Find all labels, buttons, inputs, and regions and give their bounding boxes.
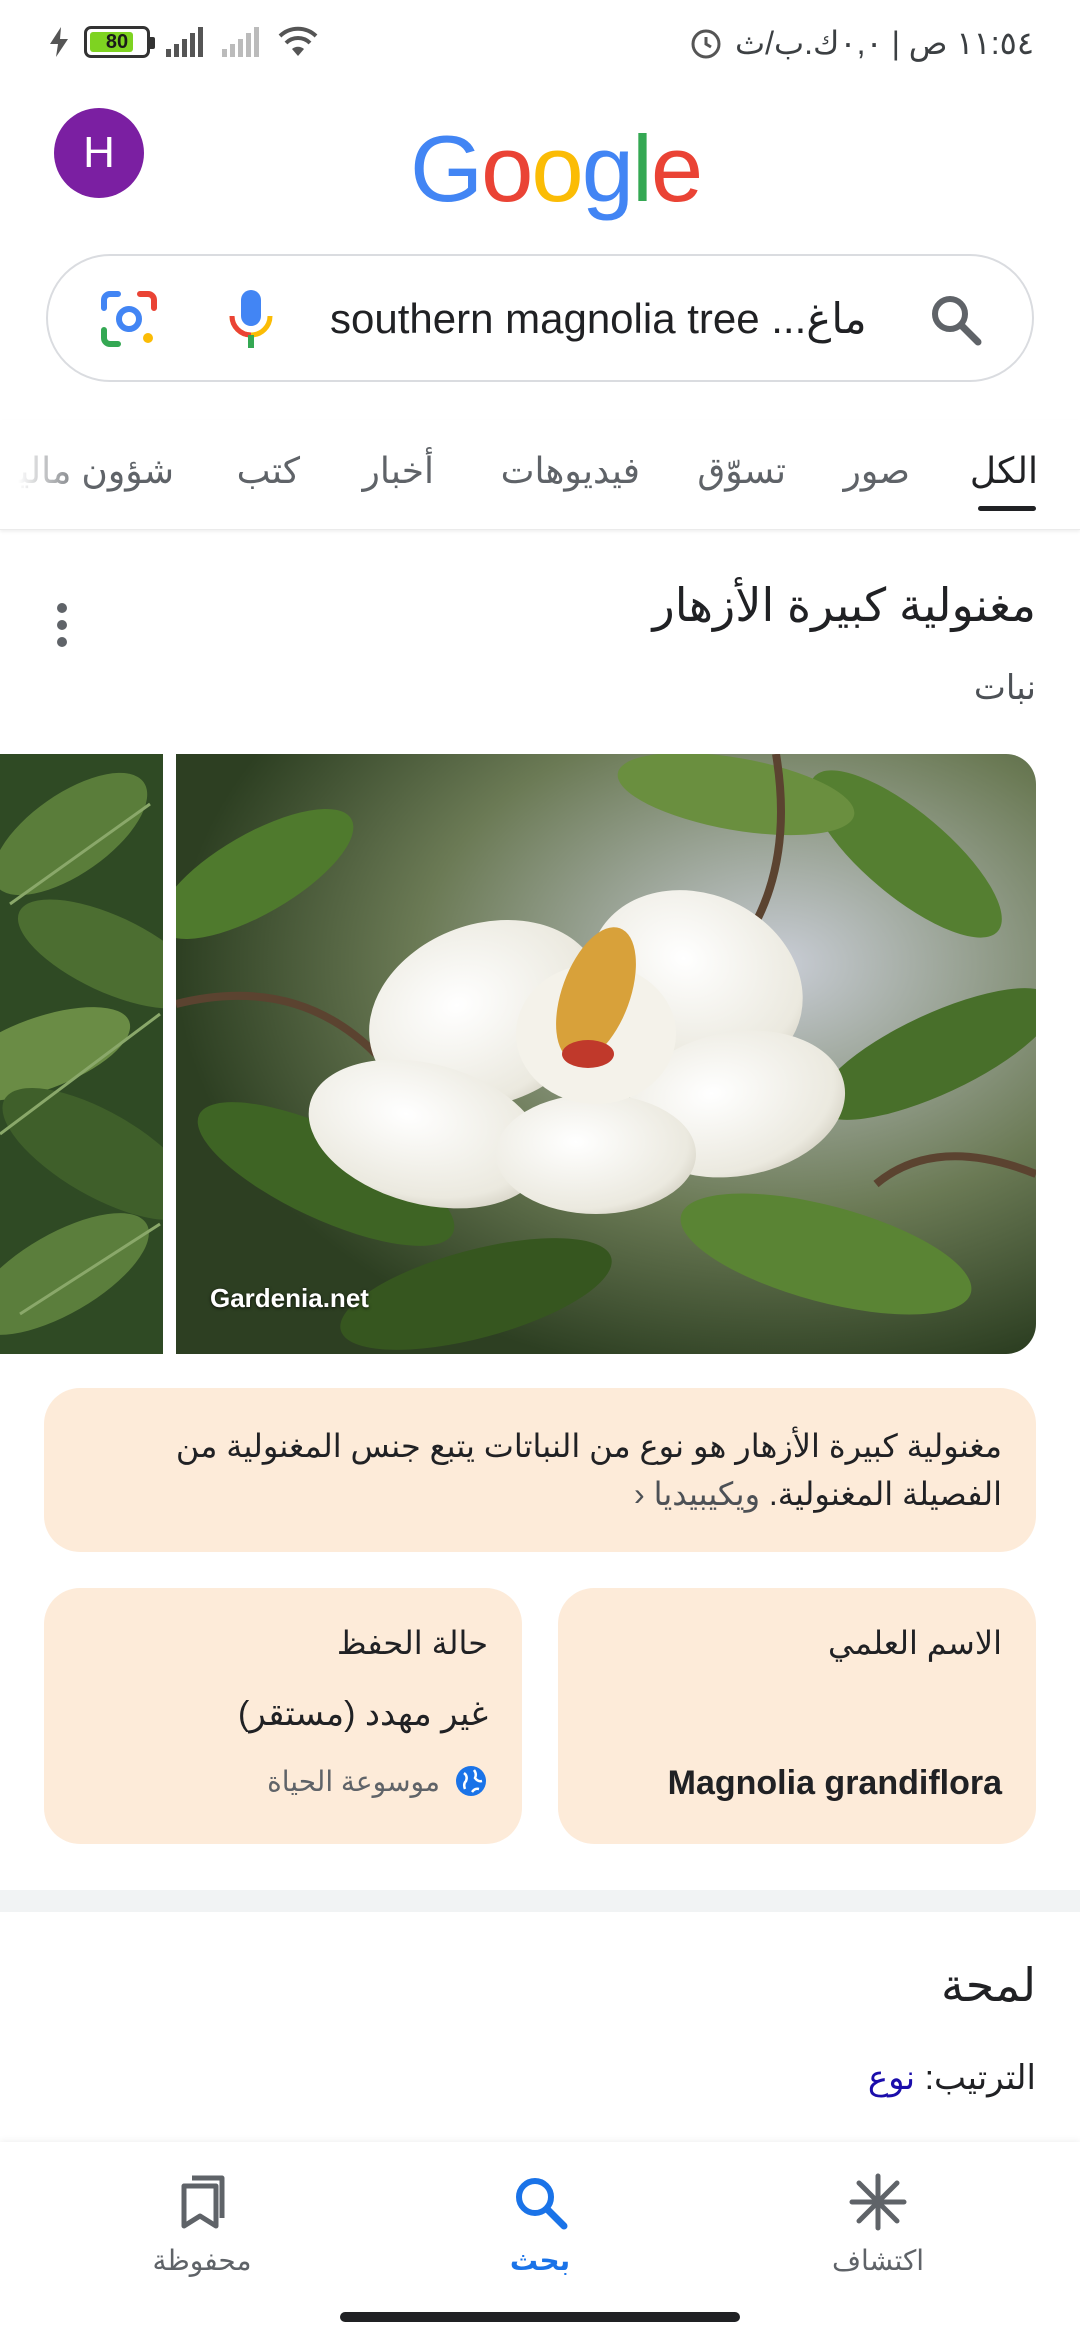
time-network-text: ١١:٥٤ ص | ٠,٠ك.ب/ث xyxy=(735,25,1034,61)
order-value-link[interactable]: نوع xyxy=(868,2059,915,2097)
entity-title: مغنولية كبيرة الأزهار xyxy=(652,579,1036,631)
conservation-status-value: غير مهدد (مستقر) xyxy=(238,1695,488,1733)
avatar-letter: H xyxy=(83,128,115,177)
status-time: ١١:٥٤ ص | ٠,٠ك.ب/ث xyxy=(689,24,1034,62)
wikipedia-label: ويكيبيديا xyxy=(653,1476,761,1512)
logo-letter: g xyxy=(581,116,634,221)
conservation-status-label: حالة الحفظ xyxy=(336,1625,488,1661)
overview-heading: لمحة xyxy=(941,1959,1036,2011)
logo-letter: o xyxy=(481,116,533,221)
tab-all[interactable]: الكل xyxy=(970,450,1038,492)
status-icons: 80 xyxy=(50,26,318,58)
image-credit[interactable]: Gardenia.net xyxy=(210,1283,369,1314)
account-avatar[interactable]: H xyxy=(54,108,144,198)
tabs-fade xyxy=(0,420,90,524)
home-indicator[interactable] xyxy=(340,2312,740,2322)
tab-videos[interactable]: فيديوهات xyxy=(501,450,640,492)
logo-letter: o xyxy=(531,116,583,221)
scientific-name-value: Magnolia grandiflora xyxy=(667,1764,1002,1802)
search-icon xyxy=(516,2178,568,2230)
description-source-link[interactable]: ويكيبيديا ‹ xyxy=(634,1476,760,1512)
status-bar: 80 ١١:٥٤ ص | ٠,٠ك.ب/ث xyxy=(0,0,1080,96)
active-tab-indicator xyxy=(978,506,1036,511)
battery-percentage: 80 xyxy=(105,30,129,53)
signal-icon xyxy=(166,27,203,57)
google-lens-icon[interactable] xyxy=(96,286,162,352)
alarm-icon xyxy=(691,29,721,59)
search-bar[interactable]: southern magnolia tree ...ماغ xyxy=(46,254,1034,382)
tab-shopping[interactable]: تسوّق xyxy=(697,450,786,492)
scientific-name-label: الاسم العلمي xyxy=(828,1625,1002,1661)
taxonomic-order-row: الترتيب: نوع xyxy=(868,2058,1036,2098)
logo-letter: l xyxy=(631,116,653,221)
nav-search[interactable]: بحث xyxy=(440,2172,640,2277)
conservation-source[interactable]: موسوعة الحياة xyxy=(267,1764,488,1798)
wifi-icon xyxy=(278,26,318,56)
tab-news[interactable]: أخبار xyxy=(363,450,434,492)
nav-search-label: بحث xyxy=(509,2245,571,2276)
description-text: مغنولية كبيرة الأزهار هو نوع من النباتات… xyxy=(175,1428,1002,1512)
search-icon[interactable] xyxy=(926,290,986,350)
globe-icon xyxy=(456,1766,486,1796)
microphone-icon[interactable] xyxy=(226,286,276,352)
magnolia-leaves-image[interactable] xyxy=(0,754,163,1354)
bottom-navigation: اكتشاف بحث محفوظة xyxy=(0,2142,1080,2340)
more-options-icon[interactable] xyxy=(52,600,72,650)
chevron-left-icon: ‹ xyxy=(634,1476,645,1512)
magnolia-flower-image[interactable]: Gardenia.net xyxy=(176,754,1036,1354)
scientific-name-card[interactable]: الاسم العلمي Magnolia grandiflora xyxy=(558,1588,1036,1844)
order-label: الترتيب: xyxy=(924,2059,1036,2097)
battery-icon: 80 xyxy=(84,26,155,58)
google-logo: Google xyxy=(410,122,703,216)
search-query[interactable]: southern magnolia tree ...ماغ xyxy=(330,294,944,344)
nav-discover-label: اكتشاف xyxy=(831,2245,925,2276)
logo-letter: G xyxy=(410,116,483,221)
asterisk-icon xyxy=(849,2173,907,2231)
nav-saved[interactable]: محفوظة xyxy=(102,2172,302,2277)
tab-images[interactable]: صور xyxy=(843,450,910,492)
charging-icon xyxy=(50,27,68,57)
description-card[interactable]: مغنولية كبيرة الأزهار هو نوع من النباتات… xyxy=(44,1388,1036,1552)
conservation-source-label: موسوعة الحياة xyxy=(267,1765,440,1797)
logo-letter: e xyxy=(650,116,703,221)
entity-subtitle: نبات xyxy=(973,669,1036,707)
nav-saved-label: محفوظة xyxy=(152,2245,252,2276)
tab-books[interactable]: كتب xyxy=(237,450,300,492)
section-divider xyxy=(0,1890,1080,1912)
signal-icon xyxy=(222,27,259,57)
conservation-status-card[interactable]: حالة الحفظ غير مهدد (مستقر) موسوعة الحيا… xyxy=(44,1588,522,1844)
search-tabs: الكل صور تسوّق فيديوهات أخبار كتب شؤون م… xyxy=(0,420,1080,530)
nav-discover[interactable]: اكتشاف xyxy=(778,2172,978,2277)
bookmarks-icon xyxy=(181,2175,225,2229)
